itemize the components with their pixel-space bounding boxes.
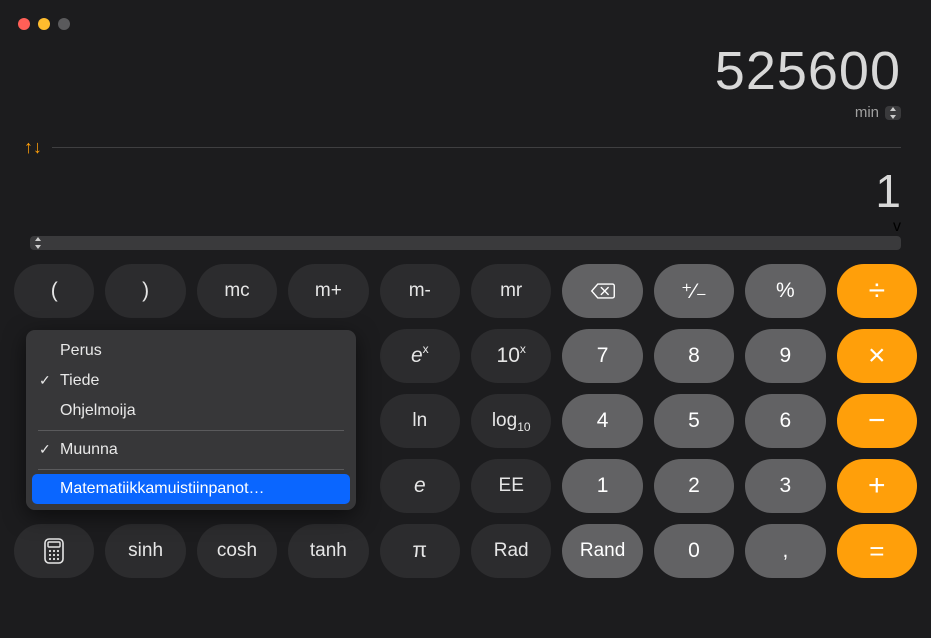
minimize-window-button[interactable] <box>38 18 50 30</box>
key-4[interactable]: 4 <box>562 394 642 448</box>
key-mc[interactable]: mc <box>197 264 277 318</box>
secondary-unit-dropdown[interactable] <box>30 236 901 250</box>
key-7[interactable]: 7 <box>562 329 642 383</box>
menu-item-programmer[interactable]: Ohjelmoija <box>32 396 350 426</box>
key-divide[interactable]: ÷ <box>837 264 917 318</box>
key-6[interactable]: 6 <box>745 394 825 448</box>
key-1[interactable]: 1 <box>562 459 642 513</box>
menu-separator <box>38 430 344 431</box>
primary-unit-dropdown[interactable] <box>885 106 901 120</box>
key-percent[interactable]: % <box>745 264 825 318</box>
primary-value: 525600 <box>30 40 901 102</box>
menu-item-basic[interactable]: Perus <box>32 336 350 366</box>
key-5[interactable]: 5 <box>654 394 734 448</box>
key-equals[interactable]: = <box>837 524 917 578</box>
key-comma[interactable]: , <box>745 524 825 578</box>
key-plus[interactable]: + <box>837 459 917 513</box>
menu-separator <box>38 469 344 470</box>
close-window-button[interactable] <box>18 18 30 30</box>
primary-display: 525600 min <box>0 0 931 131</box>
check-icon: ✓ <box>39 372 51 389</box>
key-mplus[interactable]: m+ <box>288 264 368 318</box>
key-9[interactable]: 9 <box>745 329 825 383</box>
key-multiply[interactable]: × <box>837 329 917 383</box>
menu-item-mathnotes[interactable]: Matematiikkamuistiinpanot… <box>32 474 350 504</box>
key-backspace[interactable] <box>562 264 642 318</box>
key-pi[interactable]: π <box>380 524 460 578</box>
secondary-display: 1 v <box>0 162 931 264</box>
calculator-icon <box>43 538 65 564</box>
key-sinh[interactable]: sinh <box>105 524 185 578</box>
key-plusminus[interactable]: ⁺∕₋ <box>654 264 734 318</box>
key-3[interactable]: 3 <box>745 459 825 513</box>
key-EE[interactable]: EE <box>471 459 551 513</box>
key-rparen[interactable]: ) <box>105 264 185 318</box>
key-ex[interactable]: ex <box>380 329 460 383</box>
secondary-unit-label: v <box>893 218 901 235</box>
fullscreen-window-button[interactable] <box>58 18 70 30</box>
backspace-icon <box>590 281 616 301</box>
key-0[interactable]: 0 <box>654 524 734 578</box>
key-log10[interactable]: log10 <box>471 394 551 448</box>
menu-item-convert[interactable]: ✓ Muunna <box>32 435 350 465</box>
key-8[interactable]: 8 <box>654 329 734 383</box>
key-lparen[interactable]: ( <box>14 264 94 318</box>
key-cosh[interactable]: cosh <box>197 524 277 578</box>
mode-menu-popup: Perus ✓ Tiede Ohjelmoija ✓ Muunna Matema… <box>26 330 356 510</box>
key-e[interactable]: e <box>380 459 460 513</box>
window-traffic-lights <box>18 18 70 30</box>
swap-units-icon[interactable]: ↑↓ <box>24 137 42 158</box>
secondary-value: 1 <box>30 164 901 218</box>
key-mminus[interactable]: m- <box>380 264 460 318</box>
display-divider <box>52 147 901 148</box>
primary-unit-label: min <box>855 104 879 121</box>
key-mode-menu[interactable] <box>14 524 94 578</box>
key-2[interactable]: 2 <box>654 459 734 513</box>
menu-item-scientific[interactable]: ✓ Tiede <box>32 366 350 396</box>
check-icon: ✓ <box>39 441 51 458</box>
key-mr[interactable]: mr <box>471 264 551 318</box>
key-rand[interactable]: Rand <box>562 524 642 578</box>
key-ln[interactable]: ln <box>380 394 460 448</box>
key-minus[interactable]: − <box>837 394 917 448</box>
key-rad[interactable]: Rad <box>471 524 551 578</box>
key-10x[interactable]: 10x <box>471 329 551 383</box>
key-tanh[interactable]: tanh <box>288 524 368 578</box>
